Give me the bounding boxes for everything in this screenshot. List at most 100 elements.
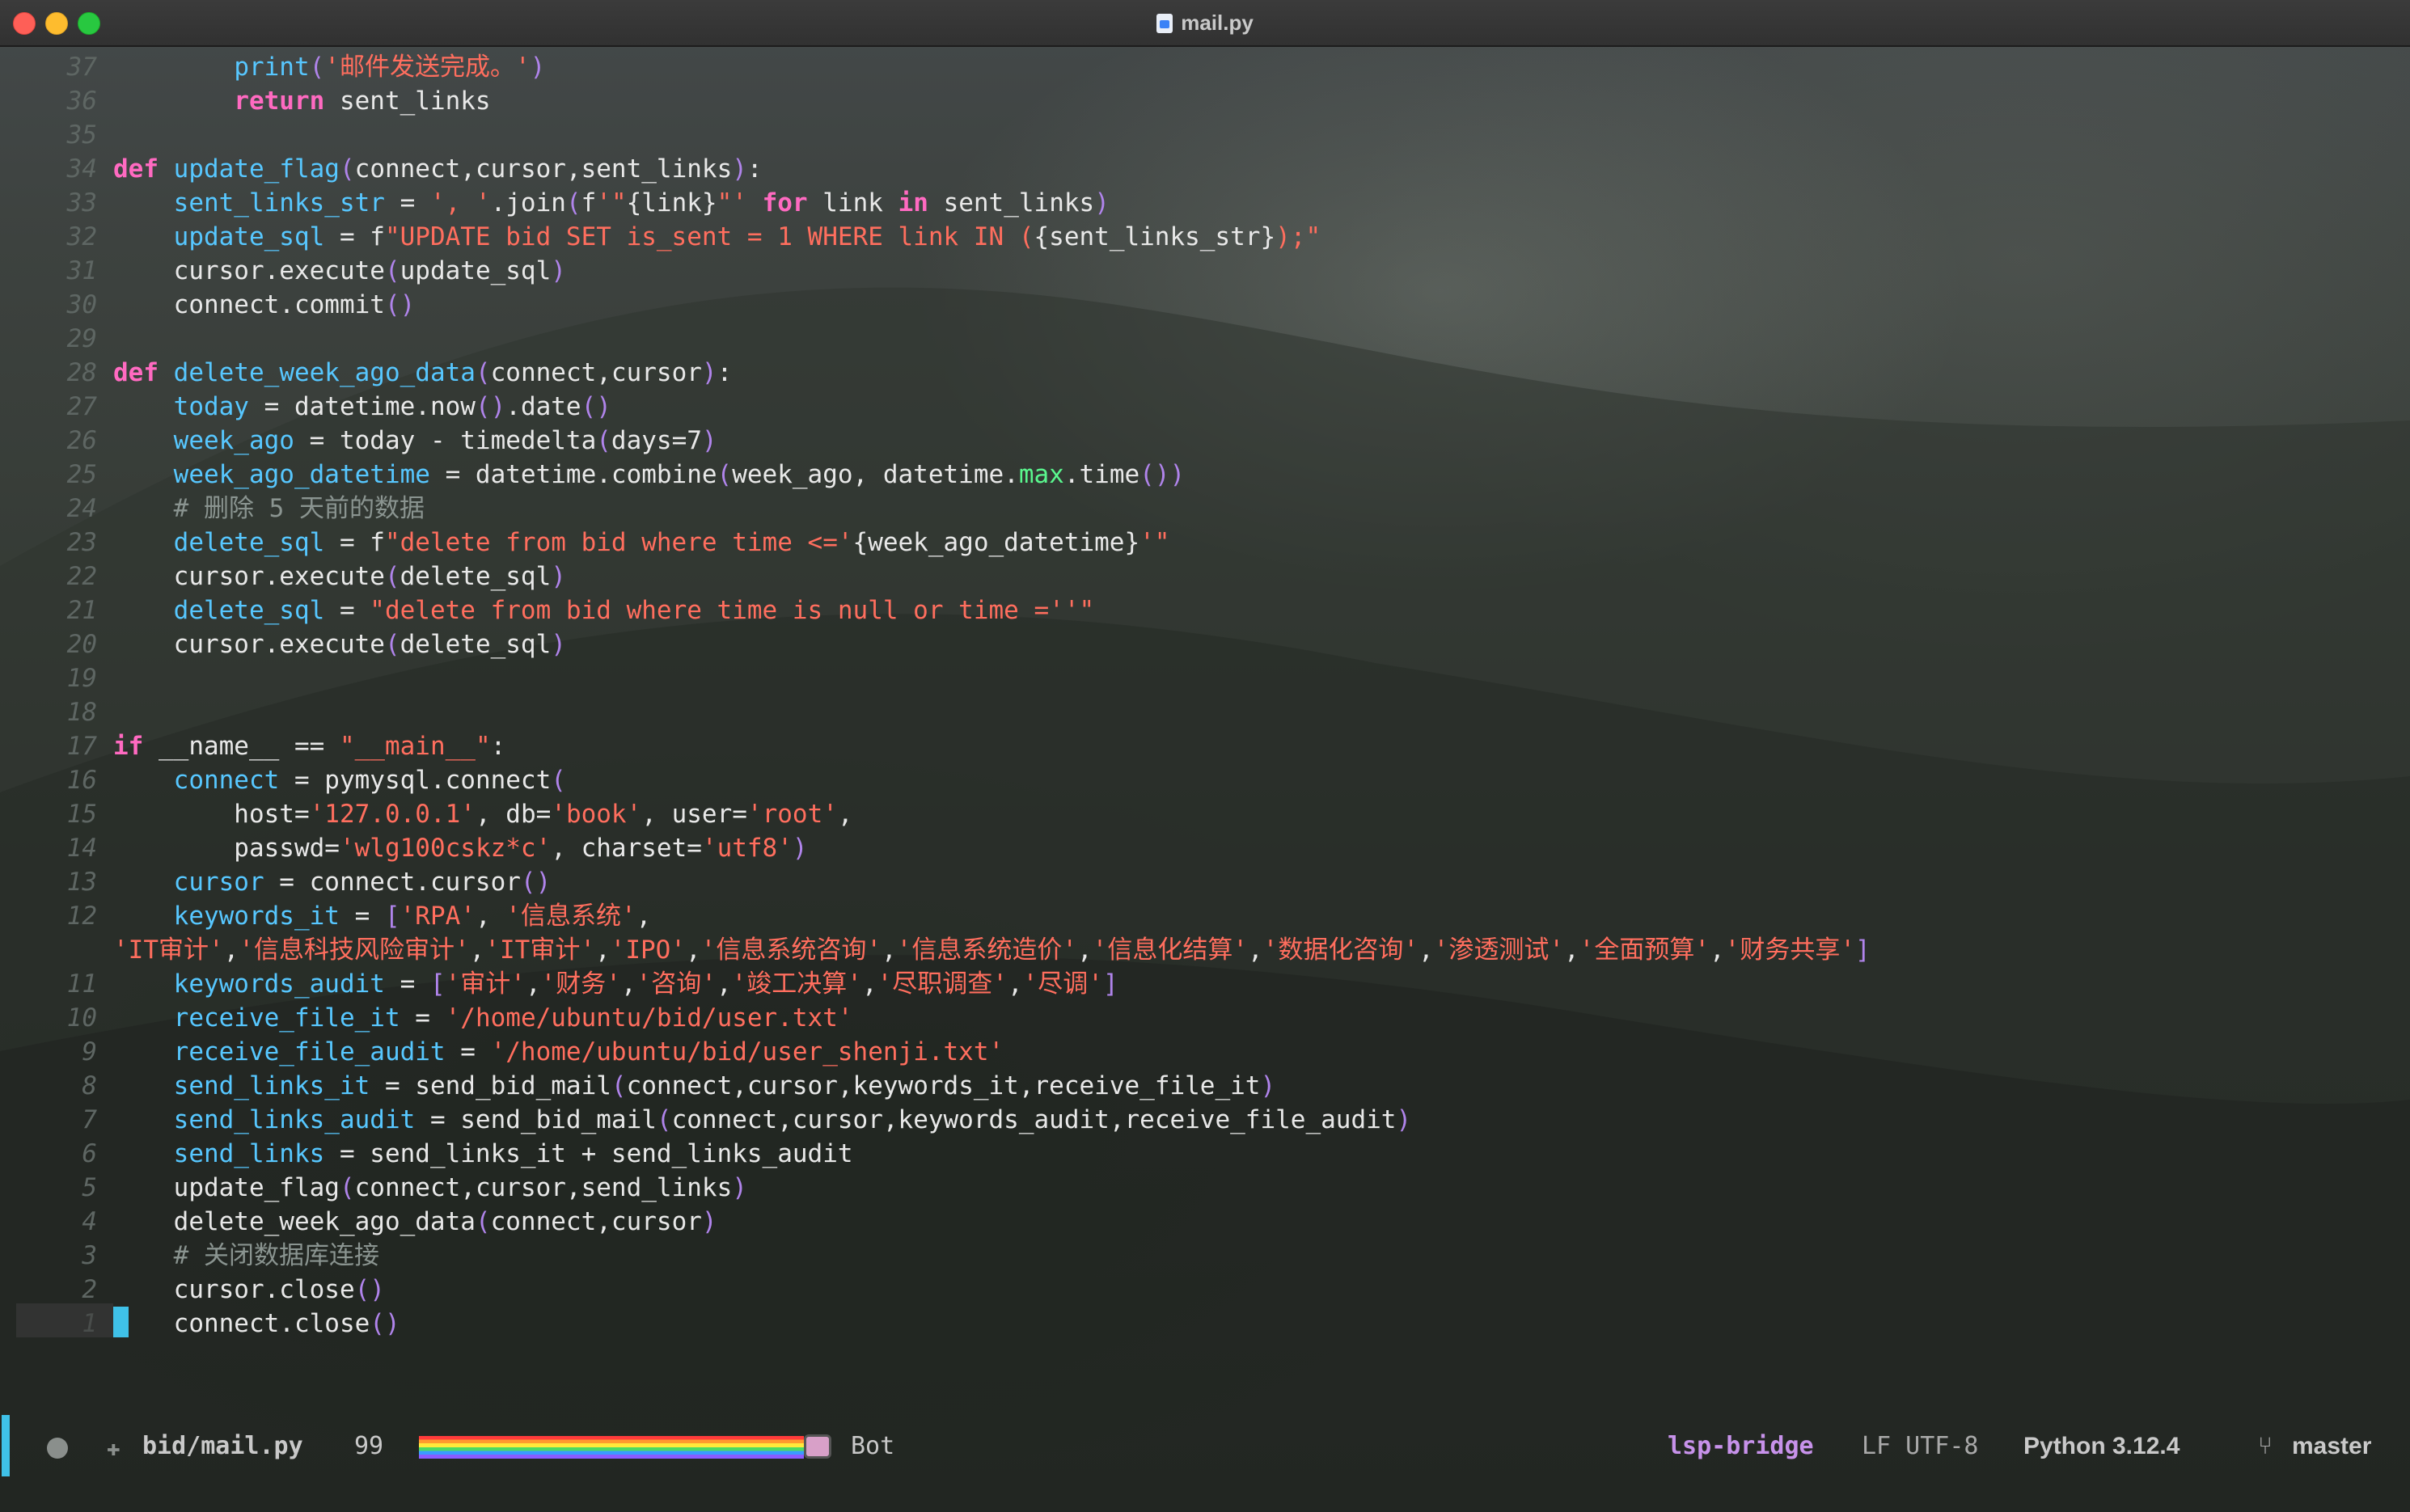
code-token: week_ago_datetime (173, 460, 430, 489)
code-token: ) (701, 1207, 717, 1236)
code-token: connect,cursor,keywords_it,receive_file_… (626, 1071, 1261, 1100)
code-token: ( (309, 53, 325, 82)
code-text: connect.commit() (113, 288, 416, 322)
code-line[interactable]: 17 if __name__ == "__main__": (0, 729, 2410, 763)
code-line[interactable]: 22 cursor.execute(delete_sql) (0, 560, 2410, 593)
line-number: 16 (66, 766, 97, 795)
code-line[interactable]: 37 print('邮件发送完成。') (0, 50, 2410, 84)
code-token: ) (701, 358, 717, 387)
code-token: '数据化咨询' (1262, 935, 1419, 965)
line-number: 12 (66, 902, 97, 931)
file-encoding[interactable]: LF UTF-8 (1862, 1430, 1979, 1463)
code-line[interactable]: 2 cursor.close() (0, 1273, 2410, 1307)
code-line[interactable]: 14 passwd='wlg100cskz*c', charset='utf8'… (0, 831, 2410, 865)
code-line[interactable]: 15 host='127.0.0.1', db='book', user='ro… (0, 797, 2410, 831)
code-line[interactable]: 26 week_ago = today - timedelta(days=7) (0, 424, 2410, 458)
code-line[interactable]: 12 keywords_it = ['RPA', '信息系统', (0, 899, 2410, 933)
code-line[interactable]: 4 delete_week_ago_data(connect,cursor) (0, 1205, 2410, 1239)
code-text: 'IT审计','信息科技风险审计','IT审计','IPO','信息系统咨询',… (113, 933, 1871, 967)
code-token: cursor.execute (113, 562, 385, 591)
code-token: , (837, 800, 853, 829)
code-line[interactable]: 10 receive_file_it = '/home/ubuntu/bid/u… (0, 1001, 2410, 1035)
code-token: __name__ == (143, 732, 340, 761)
git-branch[interactable]: master (2292, 1430, 2371, 1463)
code-token: ) (1094, 188, 1110, 218)
code-line[interactable]: 36 return sent_links (0, 84, 2410, 118)
text-cursor (113, 1307, 129, 1337)
code-line[interactable]: 30 connect.commit() (0, 288, 2410, 322)
code-token: f (581, 188, 597, 218)
line-number: 20 (66, 630, 97, 659)
code-token: '尽职调查' (877, 969, 1008, 999)
code-line[interactable]: 16 connect = pymysql.connect( (0, 763, 2410, 797)
code-token: connect (173, 766, 280, 795)
code-text: send_links = send_links_it + send_links_… (113, 1137, 853, 1171)
code-line[interactable]: 31 cursor.execute(update_sql) (0, 254, 2410, 288)
code-text: week_ago_datetime = datetime.combine(wee… (113, 458, 1186, 492)
code-line[interactable]: 33 sent_links_str = ', '.join(f'"{link}"… (0, 186, 2410, 220)
code-text: keywords_it = ['RPA', '信息系统', (113, 899, 652, 933)
line-number: 22 (66, 562, 97, 591)
code-token: days=7 (611, 426, 702, 455)
code-line[interactable]: 23 delete_sql = f"delete from bid where … (0, 526, 2410, 560)
code-text: send_links_audit = send_bid_mail(connect… (113, 1103, 1411, 1137)
code-text: update_flag(connect,cursor,send_links) (113, 1171, 747, 1205)
code-line[interactable]: 18 (0, 695, 2410, 729)
lsp-status[interactable]: lsp-bridge (1668, 1430, 1814, 1463)
code-token: delete_sql (400, 562, 552, 591)
code-line[interactable]: 35 (0, 118, 2410, 152)
code-line[interactable]: 'IT审计','信息科技风险审计','IT审计','IPO','信息系统咨询',… (0, 933, 2410, 967)
language-version[interactable]: Python 3.12.4 (2023, 1430, 2180, 1463)
code-token: delete_sql (173, 528, 325, 557)
code-line[interactable]: 1 connect.close() (0, 1307, 2410, 1341)
code-line[interactable]: 3 # 关闭数据库连接 (0, 1239, 2410, 1273)
code-token: , (525, 969, 541, 999)
line-number: 29 (66, 324, 97, 353)
line-number: 7 (82, 1105, 97, 1134)
code-token: );" (1275, 222, 1321, 251)
code-line[interactable]: 20 cursor.execute(delete_sql) (0, 627, 2410, 661)
code-token: = today - timedelta (294, 426, 597, 455)
code-line[interactable]: 28 def delete_week_ago_data(connect,curso… (0, 356, 2410, 390)
code-line[interactable]: 5 update_flag(connect,cursor,send_links) (0, 1171, 2410, 1205)
code-line[interactable]: 9 receive_file_audit = '/home/ubuntu/bid… (0, 1035, 2410, 1069)
code-line[interactable]: 19 (0, 661, 2410, 695)
code-token: = (384, 969, 430, 999)
code-line[interactable]: 27 today = datetime.now().date() (0, 390, 2410, 424)
code-line[interactable]: 24 # 删除 5 天前的数据 (0, 492, 2410, 526)
code-token: today (173, 392, 249, 421)
code-token: ( (611, 1071, 627, 1100)
code-token: send_links_audit (173, 1105, 416, 1134)
code-token: ( (475, 358, 491, 387)
code-line[interactable]: 34 def update_flag(connect,cursor,sent_li… (0, 152, 2410, 186)
code-token: '渗透测试' (1433, 935, 1564, 965)
code-token: host= (113, 800, 310, 829)
code-line[interactable]: 32 update_sql = f"UPDATE bid SET is_sent… (0, 220, 2410, 254)
code-line[interactable]: 11 keywords_audit = ['审计','财务','咨询','竣工决… (0, 967, 2410, 1001)
code-line[interactable]: 13 cursor = connect.cursor() (0, 865, 2410, 899)
code-token: ( (339, 154, 355, 184)
code-line[interactable]: 25 week_ago_datetime = datetime.combine(… (0, 458, 2410, 492)
code-line[interactable]: 8 send_links_it = send_bid_mail(connect,… (0, 1069, 2410, 1103)
code-token: = send_bid_mail (370, 1071, 611, 1100)
code-text: host='127.0.0.1', db='book', user='root'… (113, 797, 853, 831)
code-token: {link} (626, 188, 717, 218)
code-token: , (620, 969, 636, 999)
code-token: ( (551, 766, 566, 795)
code-editor[interactable]: 37 print('邮件发送完成。') 36 return sent_links 3… (0, 50, 2410, 1392)
buffer-file-name[interactable]: bid/mail.py (142, 1430, 303, 1463)
code-line[interactable]: 21 delete_sql = "delete from bid where t… (0, 593, 2410, 627)
code-line[interactable]: 6 send_links = send_links_it + send_link… (0, 1137, 2410, 1171)
window-title: mail.py (0, 0, 2410, 45)
code-token: 'RPA' (400, 902, 476, 931)
code-line[interactable]: 7 send_links_audit = send_bid_mail(conne… (0, 1103, 2410, 1137)
code-token: # 删除 5 天前的数据 (173, 494, 425, 523)
code-line[interactable]: 29 (0, 322, 2410, 356)
code-token: () (384, 290, 416, 319)
